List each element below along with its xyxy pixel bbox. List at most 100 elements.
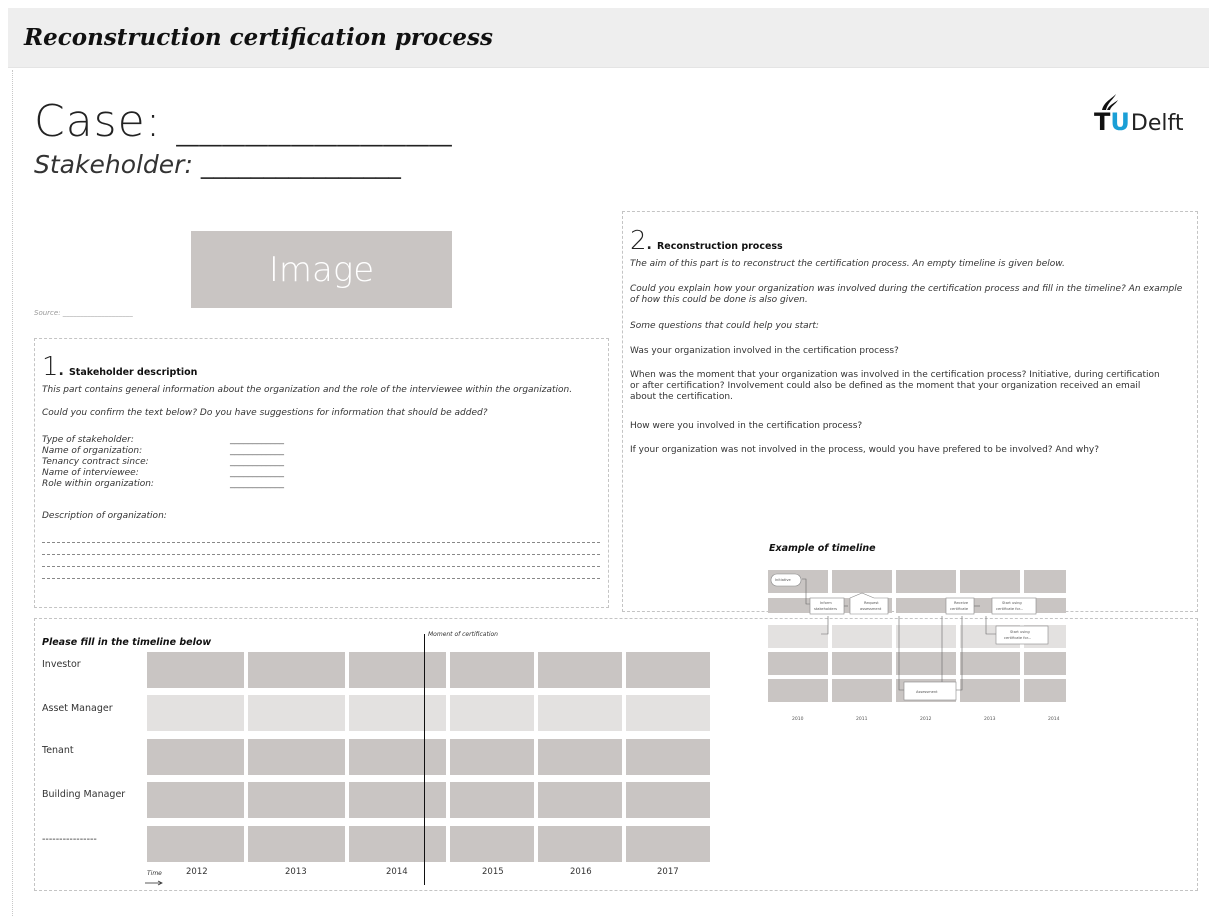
timeline-cell[interactable]: [538, 826, 622, 862]
field-value[interactable]: ____________: [230, 457, 284, 468]
section2-title: Reconstruction process: [656, 241, 783, 252]
field-value[interactable]: ____________: [230, 479, 284, 490]
timeline-cell[interactable]: [147, 826, 244, 862]
section1-intro: This part contains general information a…: [42, 385, 573, 395]
ex-label-initiative: Initiative: [775, 578, 791, 582]
timeline-cell[interactable]: [450, 652, 534, 688]
timeline-row-label: Investor: [42, 659, 81, 670]
description-line[interactable]: [42, 554, 600, 555]
timeline-row-label: Tenant: [42, 745, 74, 756]
timeline-cell[interactable]: [349, 739, 446, 775]
logo-u: U: [1110, 108, 1130, 136]
timeline-cell[interactable]: [248, 652, 345, 688]
ex-label-assessment: Assessment: [916, 690, 938, 694]
image-source: Source: ____________________: [34, 309, 133, 317]
ex-label-request-1: Request: [864, 601, 879, 605]
timeline-title: Please fill in the timeline below: [42, 637, 212, 648]
field-value[interactable]: ____________: [230, 446, 284, 457]
section2-q2-line1: When was the moment that your organizati…: [630, 370, 1160, 380]
ex-year: 2012: [920, 716, 932, 722]
timeline-cell[interactable]: [349, 652, 446, 688]
timeline-year: 2013: [285, 867, 307, 877]
moment-of-certification-line: [424, 634, 425, 885]
field-row: Name of organization: ____________: [42, 446, 284, 457]
timeline-cell[interactable]: [147, 782, 244, 818]
timeline-cell[interactable]: [538, 782, 622, 818]
ex-label-start2-1: Start using: [1010, 630, 1030, 634]
ex-year: 2010: [792, 716, 804, 722]
timeline-cell[interactable]: [147, 652, 244, 688]
timeline-cell[interactable]: [248, 782, 345, 818]
timeline-cell[interactable]: [147, 739, 244, 775]
field-label: Tenancy contract since:: [42, 457, 149, 467]
timeline-cell[interactable]: [538, 695, 622, 731]
section1-title: Stakeholder description: [68, 367, 198, 378]
flame-icon: [1102, 94, 1118, 110]
timeline-cell[interactable]: [626, 739, 710, 775]
section1-heading: 1. Stakeholder description: [42, 352, 197, 382]
reconstruction-process-section: [622, 211, 1198, 612]
section2-dot: .: [646, 237, 652, 253]
section1-dot: .: [58, 363, 64, 379]
description-label: Description of organization:: [42, 511, 167, 521]
description-line[interactable]: [42, 578, 600, 579]
logo-delft: Delft: [1130, 111, 1184, 136]
timeline-cell[interactable]: [626, 652, 710, 688]
case-blank: ____________: [176, 96, 453, 147]
field-row: Name of interviewee: ____________: [42, 468, 284, 479]
tudelft-logo: TU Delft: [1094, 92, 1183, 136]
description-line[interactable]: [42, 566, 600, 567]
timeline-cell[interactable]: [626, 826, 710, 862]
section2-intro: The aim of this part is to reconstruct t…: [630, 259, 1065, 269]
ex-year: 2014: [1048, 716, 1060, 722]
timeline-year: 2016: [570, 867, 592, 877]
field-row: Tenancy contract since: ____________: [42, 457, 284, 468]
ex-year: 2011: [856, 716, 868, 722]
timeline-cell[interactable]: [147, 695, 244, 731]
logo-tu: TU: [1094, 108, 1130, 136]
timeline-cell[interactable]: [349, 826, 446, 862]
timeline-year: 2015: [482, 867, 504, 877]
description-line[interactable]: [42, 542, 600, 543]
ex-label-inform-1: Inform: [820, 601, 832, 605]
field-value[interactable]: ____________: [230, 435, 284, 446]
field-row: Role within organization: ____________: [42, 479, 284, 490]
timeline-row-label: Asset Manager: [42, 703, 113, 714]
section2-q3: How were you involved in the certificati…: [630, 421, 863, 431]
timeline-cell[interactable]: [349, 782, 446, 818]
time-axis-label: Time: [147, 870, 162, 877]
title-bar: Reconstruction certification process: [8, 8, 1209, 68]
stakeholder-heading: Stakeholder: ________________: [34, 150, 401, 179]
timeline-year: 2017: [657, 867, 679, 877]
timeline-cell[interactable]: [626, 782, 710, 818]
example-years: 2010 2011 2012 2013 2014: [792, 716, 1060, 722]
section2-number: 2: [630, 226, 647, 256]
field-label: Name of organization:: [42, 446, 143, 456]
timeline-cell[interactable]: [450, 782, 534, 818]
timeline-cell[interactable]: [248, 739, 345, 775]
section1-number: 1: [42, 352, 59, 382]
section1-question: Could you confirm the text below? Do you…: [42, 408, 488, 418]
ex-label-start2-2: certificate for...: [1004, 636, 1031, 640]
field-label: Role within organization:: [42, 479, 154, 489]
timeline-cell[interactable]: [349, 695, 446, 731]
ex-label-receive-1: Receive: [954, 601, 969, 605]
ex-label-inform-2: stakeholders: [814, 607, 837, 611]
timeline-cell[interactable]: [538, 739, 622, 775]
timeline-cell[interactable]: [450, 826, 534, 862]
example-timeline-title: Example of timeline: [769, 543, 876, 554]
field-label: Type of stakeholder:: [42, 435, 134, 445]
timeline-cell[interactable]: [450, 695, 534, 731]
case-label: Case:: [34, 96, 162, 147]
timeline-cell[interactable]: [450, 739, 534, 775]
section2-q4: If your organization was not involved in…: [630, 445, 1100, 455]
ex-label-start1-2: certificate for...: [996, 607, 1023, 611]
timeline-cell[interactable]: [248, 826, 345, 862]
ex-year: 2013: [984, 716, 996, 722]
field-row: Type of stakeholder: ____________: [42, 435, 284, 446]
field-value[interactable]: ____________: [230, 468, 284, 479]
timeline-cell[interactable]: [538, 652, 622, 688]
timeline-year: 2012: [186, 867, 208, 877]
timeline-cell[interactable]: [248, 695, 345, 731]
timeline-cell[interactable]: [626, 695, 710, 731]
